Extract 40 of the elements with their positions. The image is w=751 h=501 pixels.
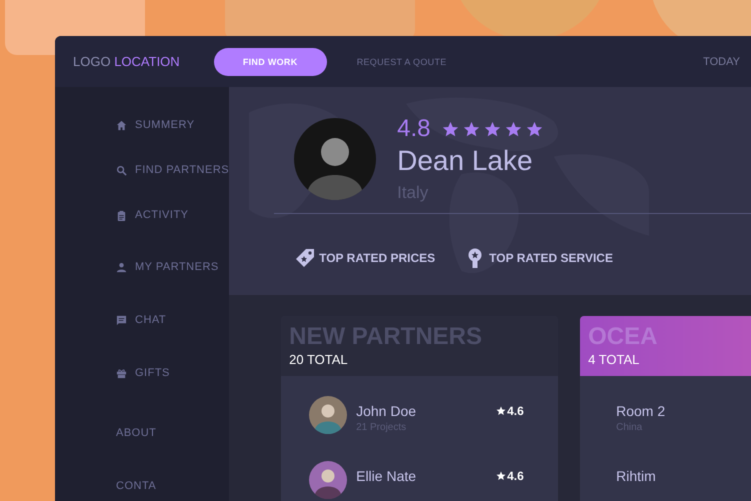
star-icon [526, 120, 544, 138]
sidebar-link[interactable]: ABOUT [116, 427, 156, 443]
card-total: 20 TOTAL [289, 352, 349, 367]
clipboard-icon [116, 210, 127, 220]
person-icon [116, 262, 127, 272]
profile-name: Dean Lake [397, 145, 534, 177]
nav-tab[interactable]: REQUEST A QOUTE [336, 48, 467, 76]
star-icon [496, 471, 506, 481]
logo-text: LOGO LOCATION [73, 54, 180, 69]
badge-label: TOP RATED SERVICE [489, 251, 613, 265]
sidebar-item[interactable]: CHAT [116, 312, 166, 328]
card-total: 4 TOTAL [588, 352, 640, 367]
chat-icon [116, 314, 127, 326]
partner-name: Room 2 [616, 403, 666, 419]
star-icon [442, 120, 460, 138]
sidebar-item[interactable]: FIND PARTNERS [116, 162, 230, 178]
star-icon [484, 120, 502, 138]
badge-label: TOP RATED PRICES [319, 251, 436, 265]
date-label: TODAY [703, 56, 740, 68]
avatar [309, 396, 348, 434]
sidebar-item[interactable]: MY PARTNERS [116, 259, 219, 275]
partner-name: Rihtim [616, 468, 656, 484]
home-icon [116, 120, 127, 130]
gift-icon [116, 368, 127, 378]
partner-name: Ellie Nate [356, 468, 418, 484]
tag-icon [295, 248, 316, 268]
partner-rating: 4.6 [507, 469, 524, 483]
star-icon [463, 120, 480, 138]
sidebar-item[interactable]: GIFTS [116, 365, 170, 381]
sidebar-link[interactable]: CONTA [116, 480, 156, 496]
partner-rating: 4.6 [507, 404, 524, 418]
search-icon [116, 164, 127, 176]
sidebar-item[interactable]: SUMMERY [116, 117, 195, 133]
sidebar-item[interactable]: ACTIVITY [116, 207, 189, 223]
rating-value: 4.8 [397, 115, 430, 143]
partner-name: John Doe [356, 403, 418, 419]
nav-tab[interactable]: FIND WORK [214, 48, 327, 76]
star-icon [496, 406, 506, 416]
avatar [309, 461, 348, 499]
star-icon [505, 120, 522, 138]
